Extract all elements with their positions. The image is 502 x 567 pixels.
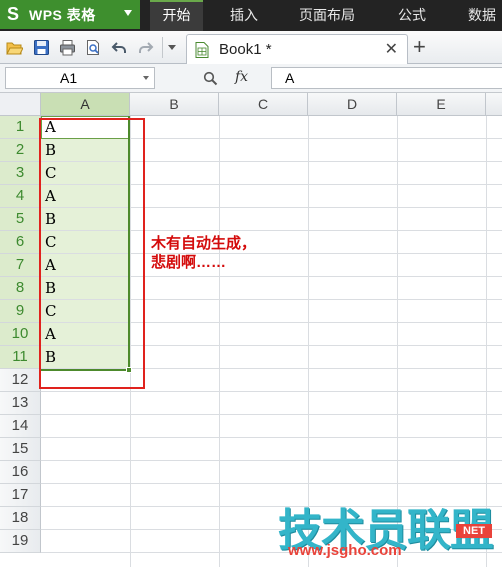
row-header-16[interactable]: 16: [0, 461, 41, 484]
cell-a7[interactable]: A: [41, 254, 130, 277]
name-box-dropdown-icon[interactable]: [143, 76, 149, 80]
cell-a10[interactable]: A: [41, 323, 130, 346]
cell-a9[interactable]: C: [41, 300, 130, 323]
row-header-11[interactable]: 11: [0, 346, 41, 369]
gridline: [41, 437, 502, 438]
row-header-7[interactable]: 7: [0, 254, 41, 277]
site-watermark: 技术员联盟 NET www.jsgho.com: [270, 494, 502, 567]
row-header-9[interactable]: 9: [0, 300, 41, 323]
tab-home[interactable]: 开始: [150, 0, 203, 31]
tab-insert[interactable]: 插入: [217, 0, 271, 31]
cell-a8[interactable]: B: [41, 277, 130, 300]
toolbar-separator: [162, 37, 163, 58]
cell-a2[interactable]: B: [41, 139, 130, 162]
formula-input[interactable]: A: [271, 67, 502, 89]
cell-a11[interactable]: B: [41, 346, 130, 369]
annotation-note: 木有自动生成， 悲剧啊……: [151, 234, 301, 272]
watermark-badge: NET: [456, 524, 492, 538]
row-header-4[interactable]: 4: [0, 185, 41, 208]
redo-icon[interactable]: [137, 39, 154, 56]
column-header-b[interactable]: B: [130, 93, 219, 116]
print-preview-icon[interactable]: [85, 39, 102, 56]
insert-function-icon[interactable]: fx: [235, 69, 248, 85]
cell-a6[interactable]: C: [41, 231, 130, 254]
name-box[interactable]: A1: [5, 67, 155, 89]
tab-page-layout[interactable]: 页面布局: [287, 0, 367, 31]
new-tab-icon[interactable]: +: [413, 36, 426, 58]
tab-data[interactable]: 数据: [455, 0, 502, 31]
cell-a1[interactable]: A: [41, 116, 130, 139]
cell-a5[interactable]: B: [41, 208, 130, 231]
row-header-13[interactable]: 13: [0, 392, 41, 415]
row-header-10[interactable]: 10: [0, 323, 41, 346]
row-header-6[interactable]: 6: [0, 231, 41, 254]
column-header-d[interactable]: D: [308, 93, 397, 116]
undo-icon[interactable]: [111, 39, 128, 56]
row-header-5[interactable]: 5: [0, 208, 41, 231]
open-folder-icon[interactable]: [6, 39, 23, 56]
gridline: [41, 414, 502, 415]
document-name: Book1 *: [219, 41, 272, 58]
print-icon[interactable]: [59, 39, 76, 56]
column-header-c[interactable]: C: [219, 93, 308, 116]
app-menu-button[interactable]: S WPS 表格: [0, 0, 140, 29]
quick-access-toolbar: Book1 * ✕ +: [0, 31, 502, 64]
cell-a4[interactable]: A: [41, 185, 130, 208]
zoom-search-icon[interactable]: [203, 71, 218, 86]
wps-logo-icon: S: [7, 4, 20, 24]
gridline: [130, 116, 131, 567]
row-header-14[interactable]: 14: [0, 415, 41, 438]
formula-bar: A1 fx A: [0, 64, 502, 93]
row-header-3[interactable]: 3: [0, 162, 41, 185]
row-header-1[interactable]: 1: [0, 116, 41, 139]
column-header-f[interactable]: [486, 93, 502, 116]
app-menu-arrow-icon: [124, 10, 132, 16]
tab-formulas[interactable]: 公式: [385, 0, 439, 31]
save-icon[interactable]: [33, 39, 50, 56]
annotation-line-2: 悲剧啊……: [151, 254, 227, 271]
row-header-17[interactable]: 17: [0, 484, 41, 507]
row-header-18[interactable]: 18: [0, 507, 41, 530]
column-header-e[interactable]: E: [397, 93, 486, 116]
column-header-a[interactable]: A: [41, 93, 130, 116]
selection-border: [41, 369, 130, 371]
app-title: WPS 表格: [29, 6, 96, 23]
row-header-19[interactable]: 19: [0, 530, 41, 553]
fill-handle[interactable]: [126, 367, 132, 373]
gridline: [41, 391, 502, 392]
close-tab-icon[interactable]: ✕: [385, 39, 398, 59]
selection-border: [128, 116, 130, 371]
row-header-15[interactable]: 15: [0, 438, 41, 461]
gridline: [41, 483, 502, 484]
title-bar: S WPS 表格 开始 插入 页面布局 公式 数据: [0, 0, 502, 31]
gridline: [41, 460, 502, 461]
more-dropdown-icon[interactable]: [168, 45, 176, 50]
annotation-line-1: 木有自动生成，: [151, 235, 257, 252]
row-header-12[interactable]: 12: [0, 369, 41, 392]
select-all-corner[interactable]: [0, 93, 41, 116]
row-header-2[interactable]: 2: [0, 139, 41, 162]
row-header-8[interactable]: 8: [0, 277, 41, 300]
cell-a3[interactable]: C: [41, 162, 130, 185]
gridline: [219, 116, 220, 567]
document-tab[interactable]: Book1 * ✕: [186, 34, 408, 64]
spreadsheet-file-icon: [195, 42, 209, 58]
watermark-url: www.jsgho.com: [288, 542, 402, 559]
